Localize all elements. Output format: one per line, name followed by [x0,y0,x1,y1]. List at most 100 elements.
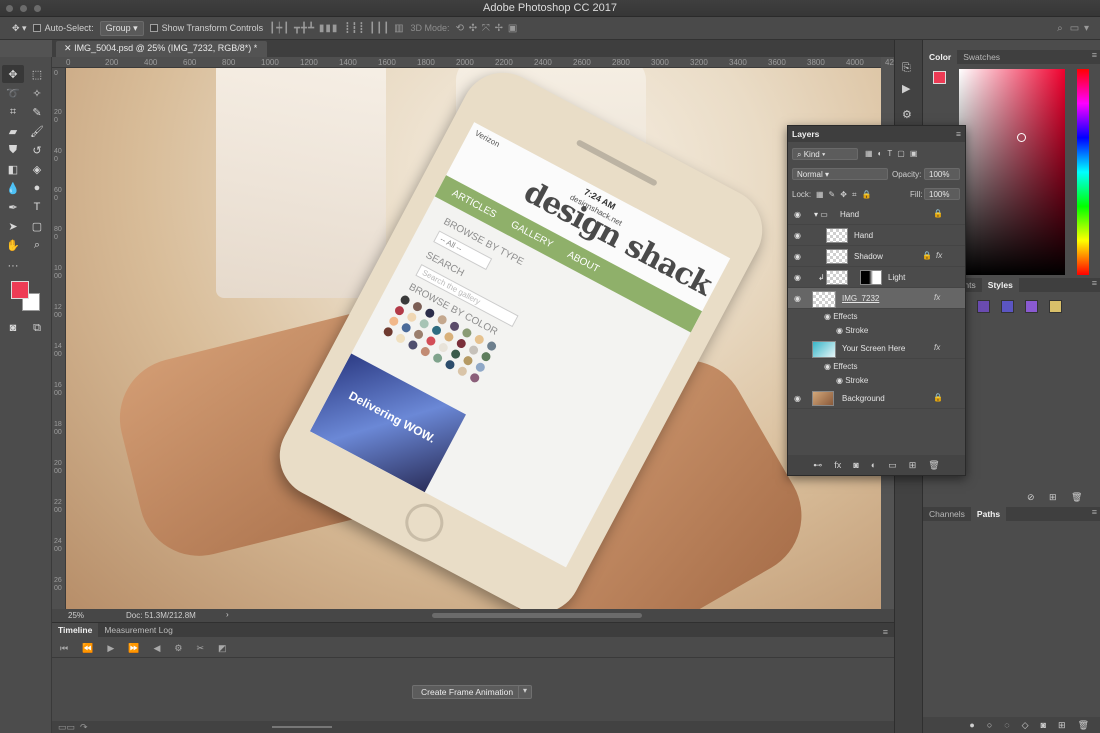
play-icon[interactable]: ▶ [107,643,114,654]
color-swatch[interactable] [387,315,400,328]
layer-row[interactable]: ◉ ▾ ▭ Hand 🔒 [788,204,965,225]
zoom-slider[interactable] [272,726,332,728]
history-brush-tool-icon[interactable]: ↺ [26,141,48,159]
new-layer-icon[interactable]: ⊞ [909,460,917,471]
chevron-down-icon[interactable]: ▾ [518,685,532,699]
create-frame-animation-button[interactable]: Create Frame Animation [412,685,523,699]
settings-icon[interactable]: ⚙ [174,643,182,654]
style-swatch-1[interactable] [977,300,990,313]
color-swatch[interactable] [474,361,487,374]
hue-slider[interactable] [1077,69,1089,275]
color-swatch[interactable] [393,304,406,317]
audio-icon[interactable]: ◀ [153,643,160,654]
zoom-level[interactable]: 25% [68,611,84,620]
tab-measurement-log[interactable]: Measurement Log [98,623,179,637]
color-swatch[interactable] [405,311,418,324]
auto-select-toggle[interactable]: Auto-Select: [32,23,94,33]
horizontal-scrollbar[interactable] [432,613,642,618]
color-swatch[interactable] [437,341,450,354]
clone-stamp-tool-icon[interactable]: ⛊ [2,141,24,159]
prev-frame-icon[interactable]: ⏪ [82,643,93,654]
blur-tool-icon[interactable]: 💧 [2,179,24,197]
panel-menu-icon[interactable]: ≡ [883,627,888,637]
add-mask-icon[interactable]: ◙ [853,460,858,470]
color-swatch[interactable] [442,330,455,344]
lasso-tool-icon[interactable]: ➰ [2,84,24,102]
stroke-path-icon[interactable]: ○ [987,720,992,730]
pen-tool-icon[interactable]: ✒ [2,198,24,216]
eraser-tool-icon[interactable]: ◧ [2,160,24,178]
add-style-icon[interactable]: fx [834,460,841,470]
tab-paths[interactable]: Paths [970,507,1007,521]
convert-icon[interactable]: ▭▭ [58,722,75,733]
color-swatch[interactable] [394,332,407,345]
color-swatch[interactable] [456,365,469,378]
tab-styles[interactable]: Styles [981,278,1019,292]
rectangle-tool-icon[interactable]: ▢ [26,217,48,235]
style-swatch-4[interactable] [1049,300,1062,313]
layer-filter-icons[interactable]: ▦◐T▢▣ [865,149,922,158]
layer-row[interactable]: ◉ ↲ Light [788,267,965,288]
layer-row[interactable]: ◉ Background 🔒 [788,388,965,409]
screen-mode-icon[interactable]: ⧉ [26,319,48,337]
paths-menu-icon[interactable]: ≡ [1092,507,1097,521]
style-swatch-3[interactable] [1025,300,1038,313]
delete-path-icon[interactable]: 🗑 [1078,720,1089,731]
move-tool-icon[interactable]: ✥ [2,65,24,83]
color-swatch[interactable] [424,334,437,348]
workspace-icon[interactable]: ▭ ▾ [1070,23,1090,34]
show-transform-checkbox[interactable] [149,24,158,32]
layers-menu-icon[interactable]: ≡ [956,129,961,139]
style-swatch-2[interactable] [1001,300,1014,313]
align-icons[interactable]: ┃┿┃ ┳╋┻ ▮▮▮ [269,23,338,34]
color-swatch[interactable] [419,345,432,358]
color-swatch[interactable] [382,325,395,338]
tab-channels[interactable]: Channels [923,507,971,521]
color-swatch[interactable] [460,326,473,340]
adjustment-layer-icon[interactable]: ◐ [871,460,876,470]
show-transform-toggle[interactable]: Show Transform Controls [149,23,263,33]
marquee-tool-icon[interactable]: ⬚ [26,65,48,83]
search-icon[interactable]: ⌕ [1057,23,1064,34]
clear-style-icon[interactable]: ⊘ [1027,492,1035,503]
edit-toolbar-icon[interactable]: ··· [2,257,24,275]
paint-bucket-tool-icon[interactable]: ◈ [26,160,48,178]
color-swatch[interactable] [406,338,420,352]
split-icon[interactable]: ✂ [196,643,204,654]
layer-row[interactable]: Your Screen Here fx [788,338,965,359]
color-swatch[interactable] [431,352,444,365]
make-path-icon[interactable]: ◇ [1022,720,1029,731]
color-swatch[interactable] [411,300,424,313]
tab-swatches[interactable]: Swatches [957,50,1006,64]
first-frame-icon[interactable]: ⏮ [60,643,68,654]
layer-row-selected[interactable]: ◉ IMG_7232 fx [788,288,965,309]
color-swatch[interactable] [455,337,468,350]
status-menu-icon[interactable]: › [226,610,229,619]
delete-layer-icon[interactable]: 🗑 [928,460,939,471]
color-swatch[interactable] [467,344,480,357]
foreground-color-swatch[interactable] [11,281,29,299]
actions-play-icon[interactable]: ▶ [902,82,910,95]
type-tool-icon[interactable]: T [26,198,48,216]
eye-icon[interactable]: ◉ [794,252,801,261]
eye-icon[interactable]: ◉ [794,294,801,303]
eye-icon[interactable]: ◉ [794,273,801,282]
fill-path-icon[interactable]: ● [969,720,974,730]
eye-icon[interactable]: ◉ [794,231,801,240]
new-path-icon[interactable]: ⊞ [1058,720,1066,731]
styles-menu-icon[interactable]: ≡ [1092,278,1097,292]
crop-tool-icon[interactable]: ⌗ [2,103,24,121]
auto-select-checkbox[interactable] [32,24,41,32]
properties-icon[interactable]: ⚙ [902,108,912,121]
eyedropper-tool-icon[interactable]: ✎ [26,103,48,121]
color-picker-cursor[interactable] [1017,133,1026,142]
tab-color[interactable]: Color [923,50,958,64]
color-swatch[interactable] [443,358,457,371]
3d-mode-icons[interactable]: ⟲ ✣ ⤧ ✢ ▣ [456,23,519,34]
add-mask-icon[interactable]: ◙ [1041,720,1046,730]
layer-row[interactable]: ◉ Shadow 🔒 fx [788,246,965,267]
brush-tool-icon[interactable]: 🖌 [26,122,48,140]
color-swatch[interactable] [400,321,413,334]
fx-icon[interactable]: fx [936,251,942,260]
fx-icon[interactable]: fx [934,293,940,302]
